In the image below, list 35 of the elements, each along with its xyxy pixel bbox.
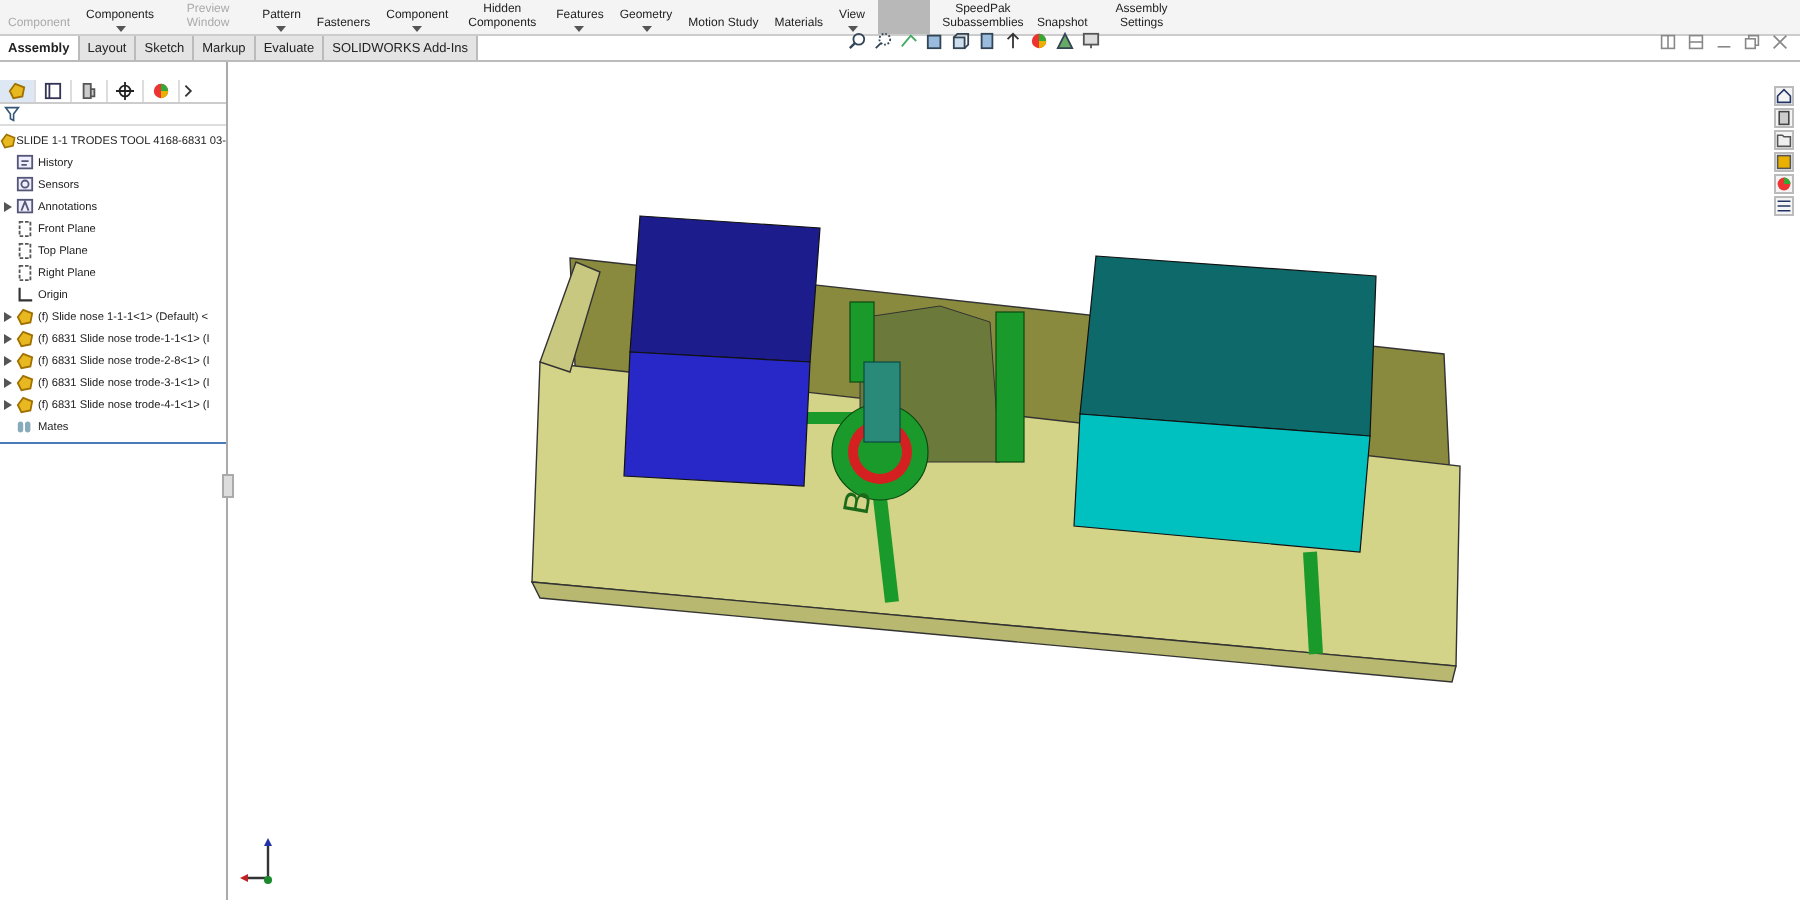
origin-icon	[16, 286, 34, 304]
display-style-icon[interactable]	[978, 32, 996, 50]
section-view-icon[interactable]	[926, 32, 944, 50]
expand-icon[interactable]	[4, 400, 12, 410]
home-icon[interactable]	[1774, 86, 1794, 106]
color-wheel-icon	[152, 81, 170, 99]
expand-icon[interactable]	[4, 334, 12, 344]
folder-icon[interactable]	[1774, 130, 1794, 150]
assembly-icon	[0, 132, 17, 150]
history-icon	[16, 154, 34, 172]
panel-icon	[44, 81, 62, 99]
panel-collapse-handle[interactable]	[222, 474, 234, 498]
feature-tree-tab[interactable]	[0, 79, 36, 101]
expand-icon[interactable]	[4, 202, 12, 212]
tile-icon[interactable]	[1660, 34, 1676, 50]
zoom-area-icon[interactable]	[874, 32, 892, 50]
mates-icon	[16, 418, 34, 436]
monitor-icon[interactable]	[1082, 32, 1100, 50]
view-orientation-icon[interactable]	[952, 32, 970, 50]
appearance-icon[interactable]	[1774, 174, 1794, 194]
engraved-letter: B	[835, 486, 880, 518]
filter-icon[interactable]	[4, 106, 20, 122]
search-icon[interactable]	[848, 32, 866, 50]
appearance-icon[interactable]	[1030, 32, 1048, 50]
annotation-icon	[16, 198, 34, 216]
list-icon[interactable]	[1774, 196, 1794, 216]
crosshair-icon	[116, 81, 134, 99]
close-icon[interactable]	[1772, 34, 1788, 50]
assembly-icon	[8, 81, 26, 99]
tile-icon[interactable]	[1688, 34, 1704, 50]
expand-icon[interactable]	[4, 378, 12, 388]
expand-icon[interactable]	[4, 356, 12, 366]
sensor-icon	[16, 176, 34, 194]
expand-icon[interactable]	[4, 312, 12, 322]
restore-icon[interactable]	[1744, 34, 1760, 50]
